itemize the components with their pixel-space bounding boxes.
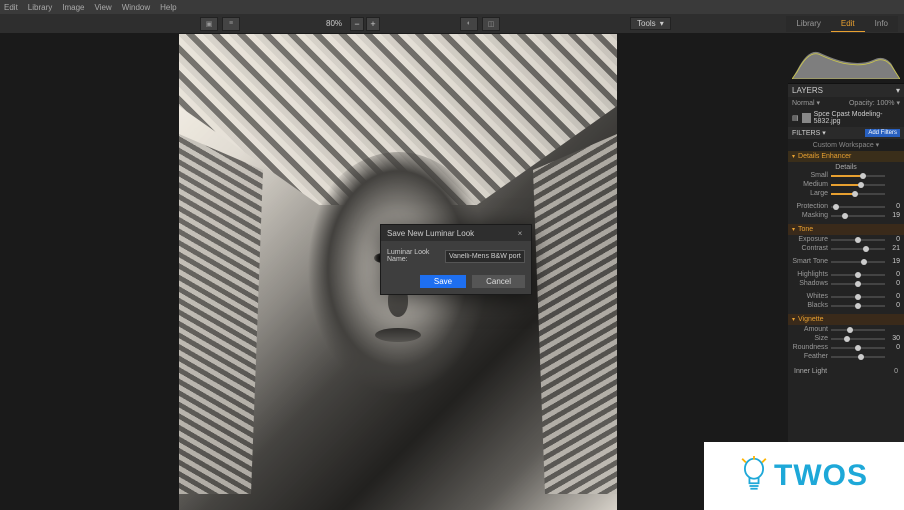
toolbar: ▣ ≡ 80% − + ◐ ◫ Tools ▾ Library Edit Inf… [0,14,904,34]
tab-library[interactable]: Library [786,16,830,32]
right-panel: LAYERS▾ Normal ▾ Opacity: 100% ▾ ▤ Spce … [788,34,904,510]
workspace-dropdown[interactable]: Custom Workspace ▾ [788,139,904,151]
save-look-dialog: Save New Luminar Look × Luminar Look Nam… [380,224,532,295]
app-menubar: Edit Library Image View Window Help [0,0,904,14]
close-icon[interactable]: × [515,228,525,238]
cancel-button[interactable]: Cancel [472,275,525,288]
dialog-title: Save New Luminar Look [387,229,474,238]
menu-image[interactable]: Image [62,3,84,12]
hand-tool-icon[interactable]: ≡ [222,17,240,31]
slider-large[interactable]: Large [788,189,904,198]
slider-shadows[interactable]: Shadows0 [788,279,904,288]
inner-light-row[interactable]: Inner Light 0 [788,365,904,378]
menu-help[interactable]: Help [160,3,176,12]
filter-vignette-header[interactable]: ▾ Vignette [788,314,904,325]
chevron-down-icon: ▾ [792,226,795,233]
watermark-text: TWOS [774,459,868,493]
slider-whites[interactable]: Whites0 [788,292,904,301]
slider-masking[interactable]: Masking19 [788,211,904,220]
filters-header[interactable]: FILTERS ▾ [792,129,826,137]
opacity-control[interactable]: Opacity: 100% ▾ [849,99,900,107]
zoom-out-button[interactable]: − [350,17,364,31]
tab-info[interactable]: Info [865,16,898,32]
crop-tool-icon[interactable]: ▣ [200,17,218,31]
tab-edit[interactable]: Edit [831,16,865,32]
slider-exposure[interactable]: Exposure0 [788,235,904,244]
add-filters-button[interactable]: Add Filters [865,129,900,137]
menu-library[interactable]: Library [28,3,52,12]
filter-details-enhancer-header[interactable]: ▾ Details Enhancer [788,151,904,162]
slider-size[interactable]: Size30 [788,334,904,343]
lightbulb-icon [740,456,768,496]
watermark-overlay: TWOS [704,442,904,510]
save-button[interactable]: Save [420,275,466,288]
slider-blacks[interactable]: Blacks0 [788,301,904,310]
layers-header[interactable]: LAYERS▾ [788,84,904,97]
zoom-value[interactable]: 80% [320,19,348,28]
left-strip [0,34,8,510]
filter-tone-header[interactable]: ▾ Tone [788,224,904,235]
chevron-down-icon: ▾ [660,19,664,28]
slider-medium[interactable]: Medium [788,180,904,189]
chevron-down-icon: ▾ [896,86,900,95]
look-name-label: Luminar Look Name: [387,249,439,263]
compare-toggle-icon[interactable]: ◫ [482,17,500,31]
menu-window[interactable]: Window [122,3,150,12]
slider-contrast[interactable]: Contrast21 [788,244,904,253]
zoom-in-button[interactable]: + [366,17,380,31]
slider-highlights[interactable]: Highlights0 [788,270,904,279]
chevron-down-icon: ▾ [792,153,795,160]
histogram[interactable] [788,34,904,84]
tools-dropdown[interactable]: Tools ▾ [630,17,671,30]
slider-roundness[interactable]: Roundness0 [788,343,904,352]
chevron-down-icon: ▾ [792,316,795,323]
details-sublabel: Details [788,162,904,171]
slider-smart-tone[interactable]: Smart Tone19 [788,257,904,266]
slider-small[interactable]: Small [788,171,904,180]
menu-edit[interactable]: Edit [4,3,18,12]
slider-feather[interactable]: Feather [788,352,904,361]
layer-item[interactable]: ▤ Spce Cpast Modeling-5832.jpg [788,109,904,127]
menu-view[interactable]: View [94,3,111,12]
look-name-input[interactable] [445,250,525,263]
preview-toggle-icon[interactable]: ◐ [460,17,478,31]
slider-amount[interactable]: Amount [788,325,904,334]
slider-protection[interactable]: Protection0 [788,202,904,211]
blend-mode-dropdown[interactable]: Normal ▾ [792,99,820,107]
image-icon: ▤ [792,114,799,122]
